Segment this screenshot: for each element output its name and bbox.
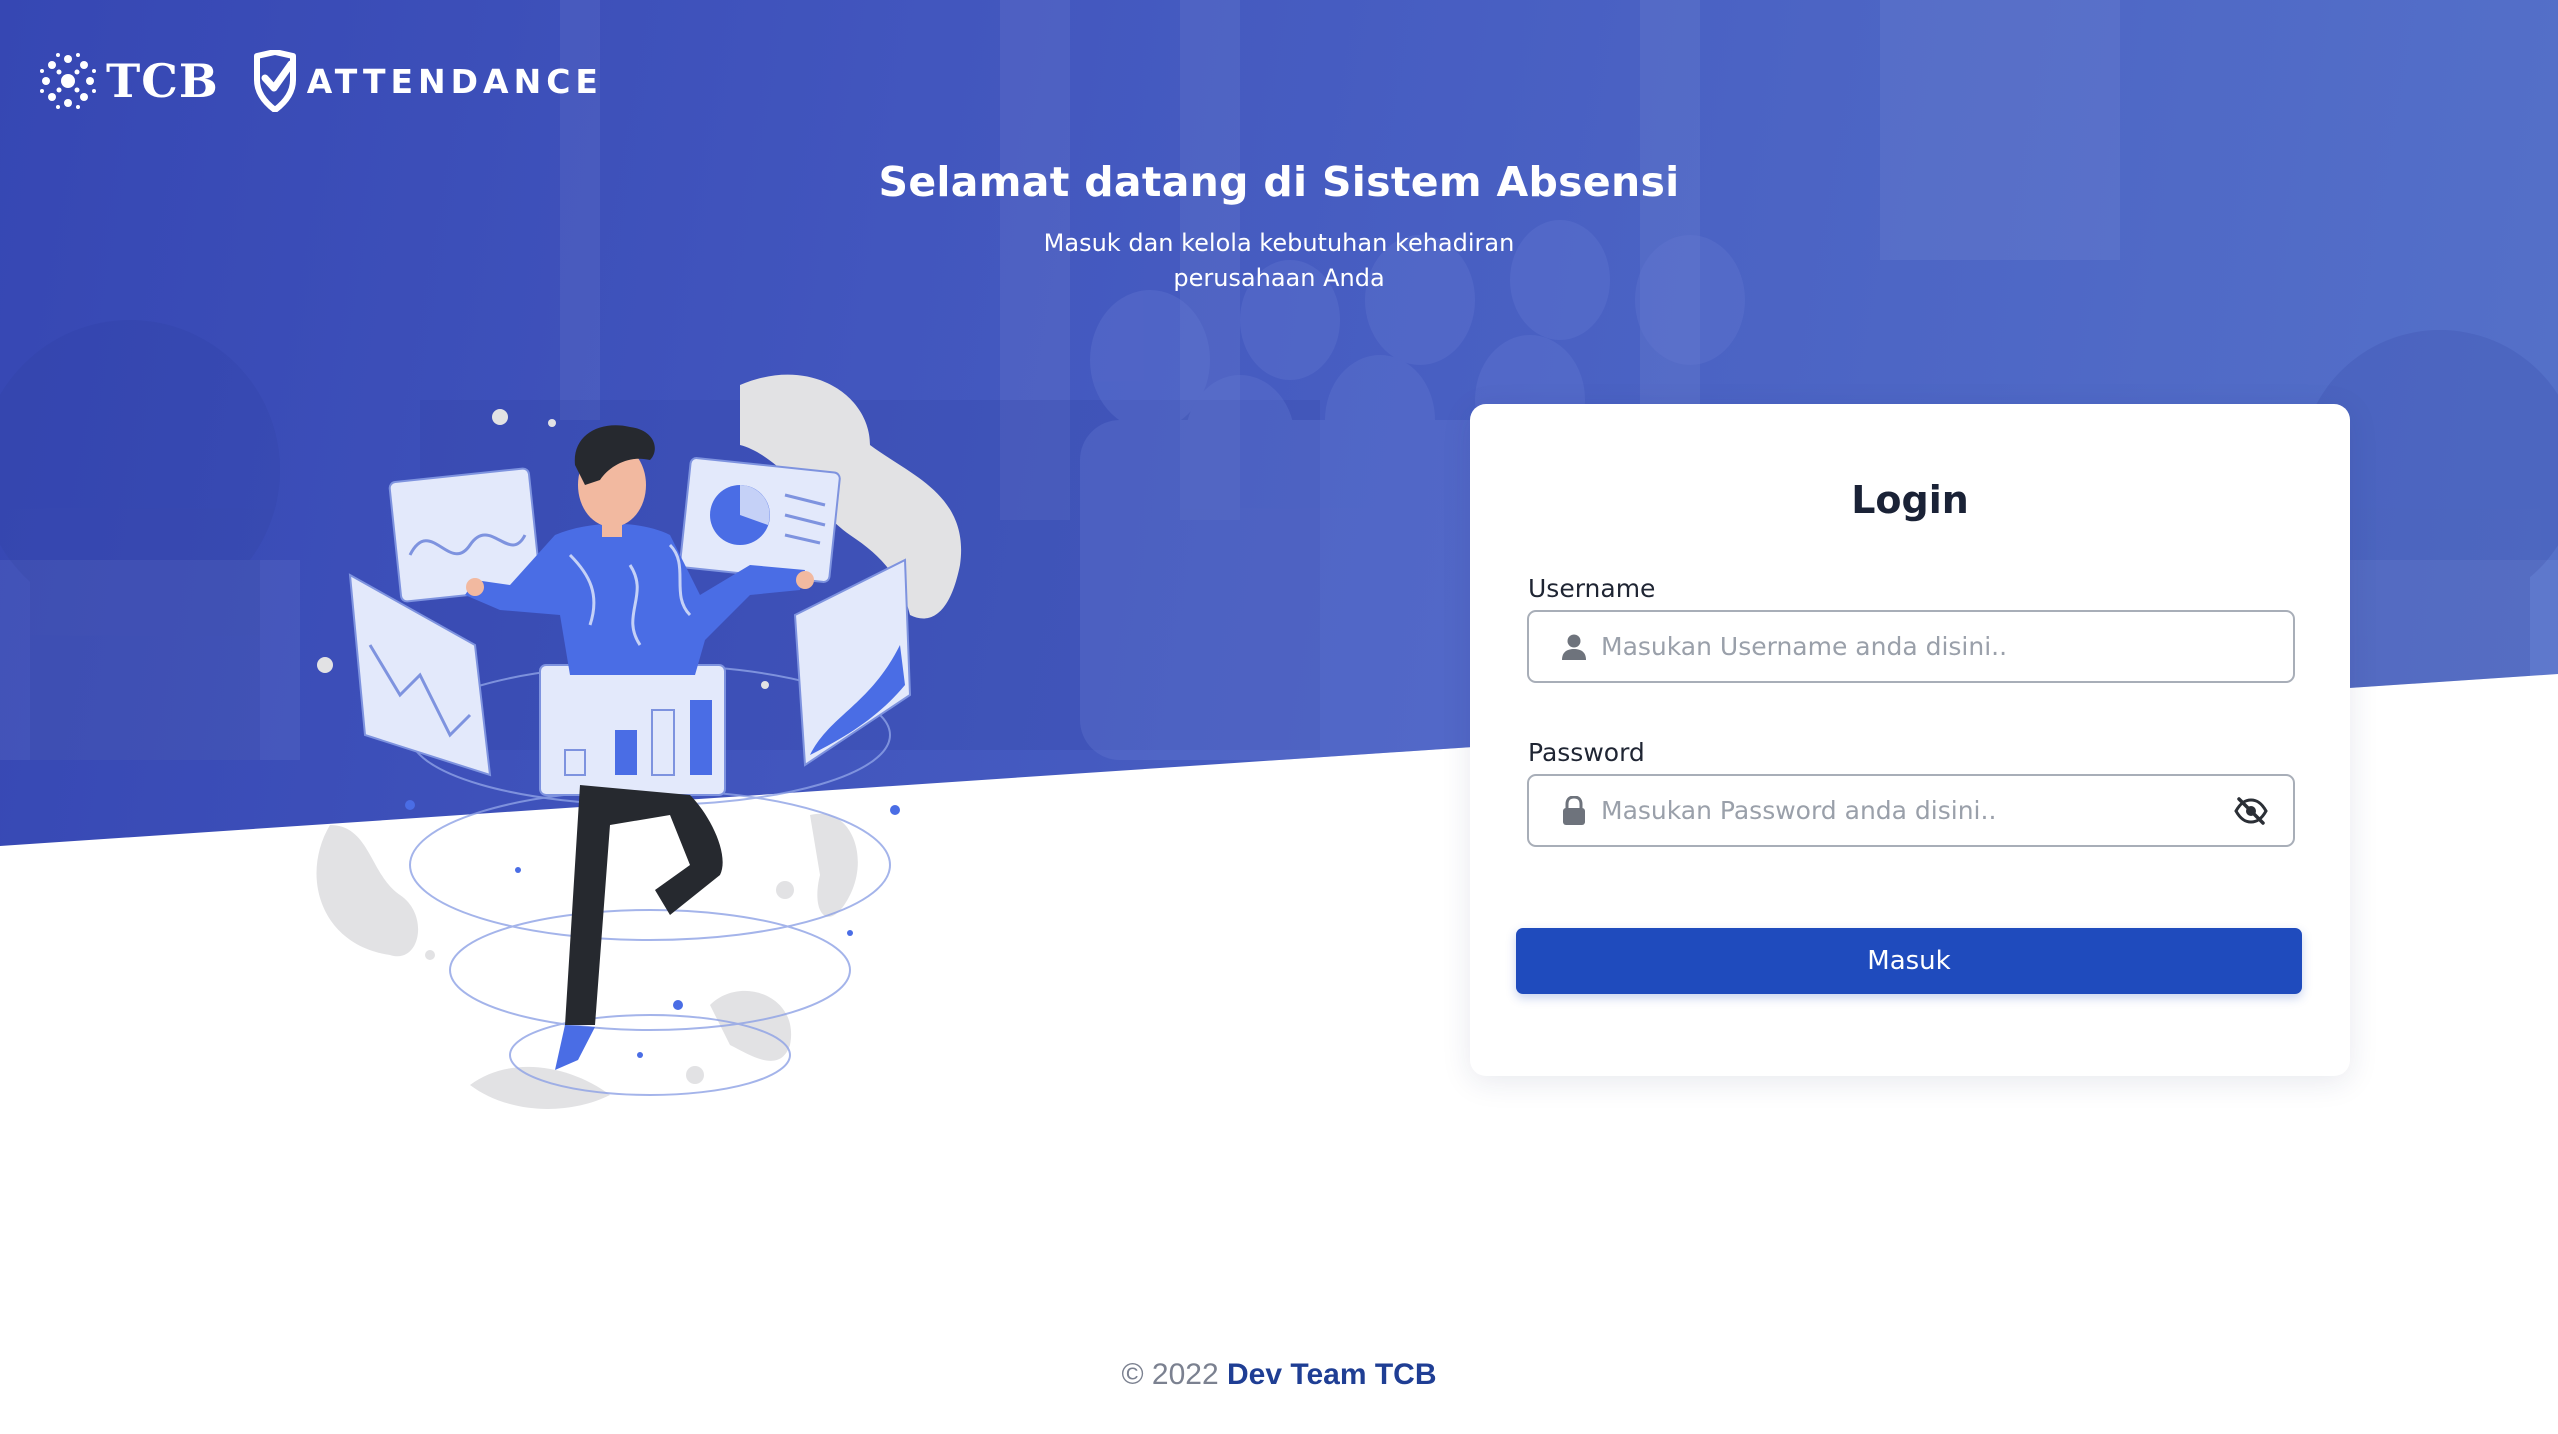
dashboard-illustration <box>316 374 962 1109</box>
attendance-wordmark: ATTENDANCE <box>306 61 603 101</box>
check-shield-icon <box>253 50 296 112</box>
login-card: Login Username Password Masuk <box>1470 404 2350 1076</box>
grey-blob <box>470 1066 610 1109</box>
eye-slash-icon[interactable] <box>2231 791 2271 831</box>
footer-team-link[interactable]: Dev Team TCB <box>1227 1358 1437 1391</box>
login-submit-button[interactable]: Masuk <box>1516 928 2302 994</box>
footer-copyright: © 2022 <box>1121 1358 1219 1391</box>
lock-icon <box>1557 794 1591 828</box>
username-label: Username <box>1528 574 1656 603</box>
tcb-logo: TCB <box>38 51 219 111</box>
attendance-logo: ATTENDANCE <box>249 50 603 112</box>
tcb-wordmark: TCB <box>106 54 219 108</box>
brand-bar: TCB ATTENDANCE <box>38 50 603 112</box>
password-label: Password <box>1528 738 1645 767</box>
hero-title: Selamat datang di Sistem Absensi <box>878 158 1680 206</box>
hero-headline: Selamat datang di Sistem Absensi Masuk d… <box>0 158 2558 296</box>
password-field[interactable] <box>1527 774 2295 847</box>
user-icon <box>1557 630 1591 664</box>
tcb-mark-icon <box>40 53 96 109</box>
footer: © 2022 Dev Team TCB <box>0 1358 2558 1392</box>
grey-blob <box>810 813 858 917</box>
hero-subtitle: Masuk dan kelola kebutuhan kehadiran per… <box>1043 229 1515 292</box>
username-input[interactable] <box>1601 612 2293 681</box>
login-title: Login <box>1851 478 1969 522</box>
grey-blob <box>316 825 419 957</box>
password-input[interactable] <box>1601 776 2231 845</box>
username-field[interactable] <box>1527 610 2295 683</box>
